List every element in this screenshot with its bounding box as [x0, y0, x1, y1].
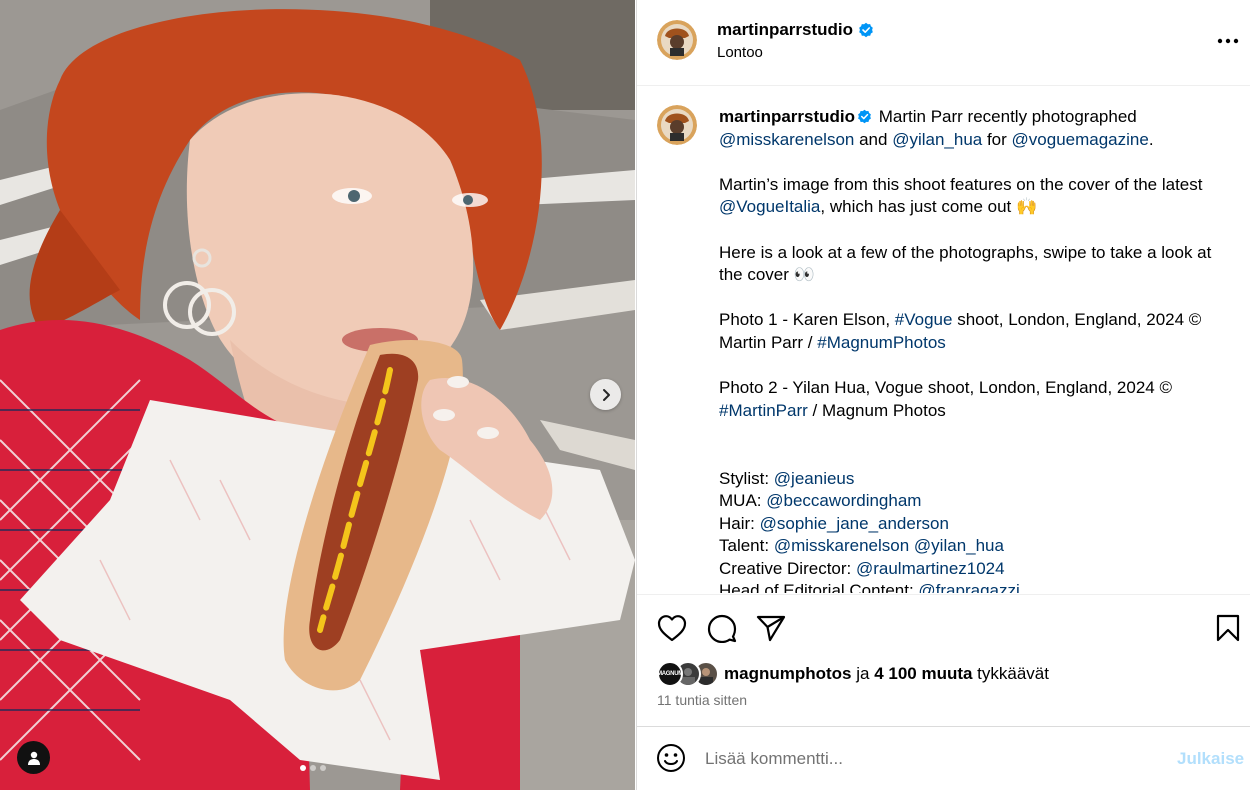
likes-suffix: tykkäävät: [972, 664, 1049, 683]
credit-label: Creative Director:: [719, 558, 856, 578]
carousel-dot: [310, 765, 316, 771]
caption-segment: Photo 1 - Karen Elson,: [719, 310, 895, 330]
caption-segment: Photo 2 - Yilan Hua, Vogue shoot, London…: [719, 378, 1172, 398]
avatar: MAGNUM: [657, 661, 683, 687]
likes-text: magnumphotos ja 4 100 muuta tykkäävät: [724, 664, 1049, 684]
chevron-right-icon: [602, 388, 610, 401]
credit-label: Hair:: [719, 513, 760, 533]
mention-link[interactable]: @yilan_hua: [892, 130, 982, 149]
comment-button[interactable]: [705, 611, 739, 645]
mention-link[interactable]: @misskarenelson: [774, 536, 909, 555]
avatar[interactable]: [657, 105, 697, 145]
post-timestamp[interactable]: 11 tuntia sitten: [657, 692, 747, 708]
post-actions: MAGNUM magnumphotos ja 4 100 muuta tykkä…: [637, 594, 1250, 730]
avatar-text: MAGNUM: [657, 671, 683, 677]
caption-text: martinparrstudio Martin Parr recently ph…: [719, 106, 1234, 593]
avatar[interactable]: [657, 20, 697, 60]
likes-connector: ja: [851, 664, 875, 683]
avatar-image: [657, 105, 697, 145]
post-comment-button[interactable]: Julkaise: [1177, 749, 1244, 769]
photo-illustration: [0, 0, 635, 790]
mention-link[interactable]: @frapragazzi: [918, 581, 1019, 593]
mention-link[interactable]: @jeanieus: [774, 469, 855, 488]
share-button[interactable]: [754, 611, 788, 645]
emoji-button[interactable]: [655, 742, 687, 774]
post-header: martinparrstudio Lontoo: [637, 0, 1250, 86]
liker-username[interactable]: magnumphotos: [724, 664, 852, 683]
mention-link[interactable]: @misskarenelson: [719, 130, 854, 149]
caption-segment: , which has just come out 🙌: [820, 197, 1038, 217]
credit-label: MUA:: [719, 491, 767, 511]
mention-link[interactable]: @raulmartinez1024: [856, 559, 1005, 578]
likes-summary: MAGNUM magnumphotos ja 4 100 muuta tykkä…: [657, 661, 1049, 687]
carousel-indicator: [300, 765, 326, 771]
hashtag-link[interactable]: #MartinParr: [719, 401, 808, 420]
caption-segment: / Magnum Photos: [807, 400, 946, 420]
carousel-dot: [300, 765, 306, 771]
send-icon: [756, 615, 786, 642]
user-icon: [27, 751, 40, 765]
caption-segment: Martin Parr recently photographed: [874, 107, 1137, 126]
more-options-button[interactable]: [1213, 28, 1243, 54]
hashtag-link[interactable]: #Vogue: [895, 310, 953, 329]
comment-bar: Julkaise: [637, 726, 1250, 790]
location-link[interactable]: Lontoo: [717, 44, 763, 61]
mention-link[interactable]: @VogueItalia: [719, 197, 820, 216]
others-count-link[interactable]: 4 100 muuta: [874, 664, 972, 683]
carousel-dot: [320, 765, 326, 771]
save-button[interactable]: [1211, 611, 1245, 645]
mention-link[interactable]: @yilan_hua: [914, 536, 1004, 555]
comment-input[interactable]: [705, 745, 1145, 773]
post-details-panel: martinparrstudio Lontoo martinparrstudio…: [636, 0, 1250, 790]
carousel-next-button[interactable]: [590, 379, 621, 410]
mention-link[interactable]: @voguemagazine: [1012, 130, 1149, 149]
mention-link[interactable]: @beccawordingham: [766, 491, 921, 510]
caption-section: martinparrstudio Martin Parr recently ph…: [637, 87, 1250, 593]
credit-label: Head of Editorial Content:: [719, 581, 919, 593]
credit-label: Talent:: [719, 536, 774, 556]
comment-icon: [707, 614, 737, 643]
credit-label: Stylist:: [719, 468, 774, 488]
bookmark-icon: [1216, 614, 1240, 642]
more-horizontal-icon: [1217, 38, 1239, 44]
liker-avatars[interactable]: MAGNUM: [657, 661, 720, 687]
caption-segment: and: [854, 129, 893, 149]
verified-badge-icon: [858, 109, 871, 124]
heart-icon: [657, 615, 687, 642]
avatar-image: [657, 20, 697, 60]
mention-link[interactable]: @sophie_jane_anderson: [760, 514, 949, 533]
like-button[interactable]: [655, 611, 689, 645]
tagged-users-button[interactable]: [17, 741, 50, 774]
caption-paragraph: Here is a look at a few of the photograp…: [719, 242, 1212, 285]
caption-segment: Martin’s image from this shoot features …: [719, 174, 1203, 194]
header-username[interactable]: martinparrstudio: [717, 20, 853, 40]
caption-segment: .: [1148, 129, 1154, 149]
post-photo[interactable]: [0, 0, 635, 790]
caption-segment: for: [982, 129, 1012, 149]
hashtag-link[interactable]: #MagnumPhotos: [817, 333, 946, 352]
verified-badge-icon: [859, 22, 873, 38]
smiley-icon: [657, 744, 685, 772]
caption-username[interactable]: martinparrstudio: [719, 107, 855, 126]
